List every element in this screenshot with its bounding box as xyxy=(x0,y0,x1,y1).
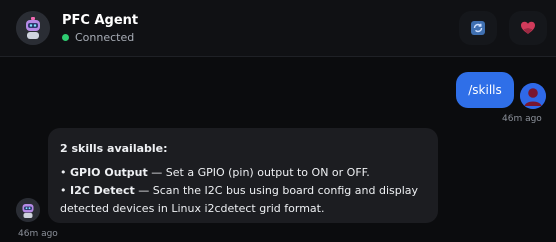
user-avatar xyxy=(520,83,546,109)
skill-item-gpio-output: • GPIO Output — Set a GPIO (pin) output … xyxy=(60,166,370,179)
refresh-button[interactable] xyxy=(459,11,497,45)
user-message-timestamp: 46m ago xyxy=(502,114,542,124)
skill-description: — Set a GPIO (pin) output to ON or OFF. xyxy=(151,166,370,179)
skills-intro: 2 skills available: xyxy=(60,142,168,155)
user-message-bubble: /skills xyxy=(456,72,514,108)
heart-icon xyxy=(521,21,535,34)
status-dot-icon xyxy=(62,34,69,41)
status-text: Connected xyxy=(75,31,135,44)
refresh-icon xyxy=(471,21,485,35)
agent-name: PFC Agent xyxy=(62,13,139,28)
skill-title: GPIO Output xyxy=(70,166,148,179)
connection-status: Connected xyxy=(62,31,134,44)
skill-title: I2C Detect xyxy=(70,184,135,197)
chat-header: PFC Agent Connected xyxy=(0,0,556,57)
heart-button[interactable] xyxy=(509,11,547,45)
agent-message-avatar xyxy=(16,198,40,222)
skill-item-i2c-detect: • I2C Detect — Scan the I2C bus using bo… xyxy=(60,184,419,215)
user-message-text: /skills xyxy=(468,83,502,97)
agent-message-bubble: 2 skills available: • GPIO Output — Set … xyxy=(48,128,438,223)
agent-avatar xyxy=(16,11,50,45)
agent-message-timestamp: 46m ago xyxy=(18,229,58,239)
